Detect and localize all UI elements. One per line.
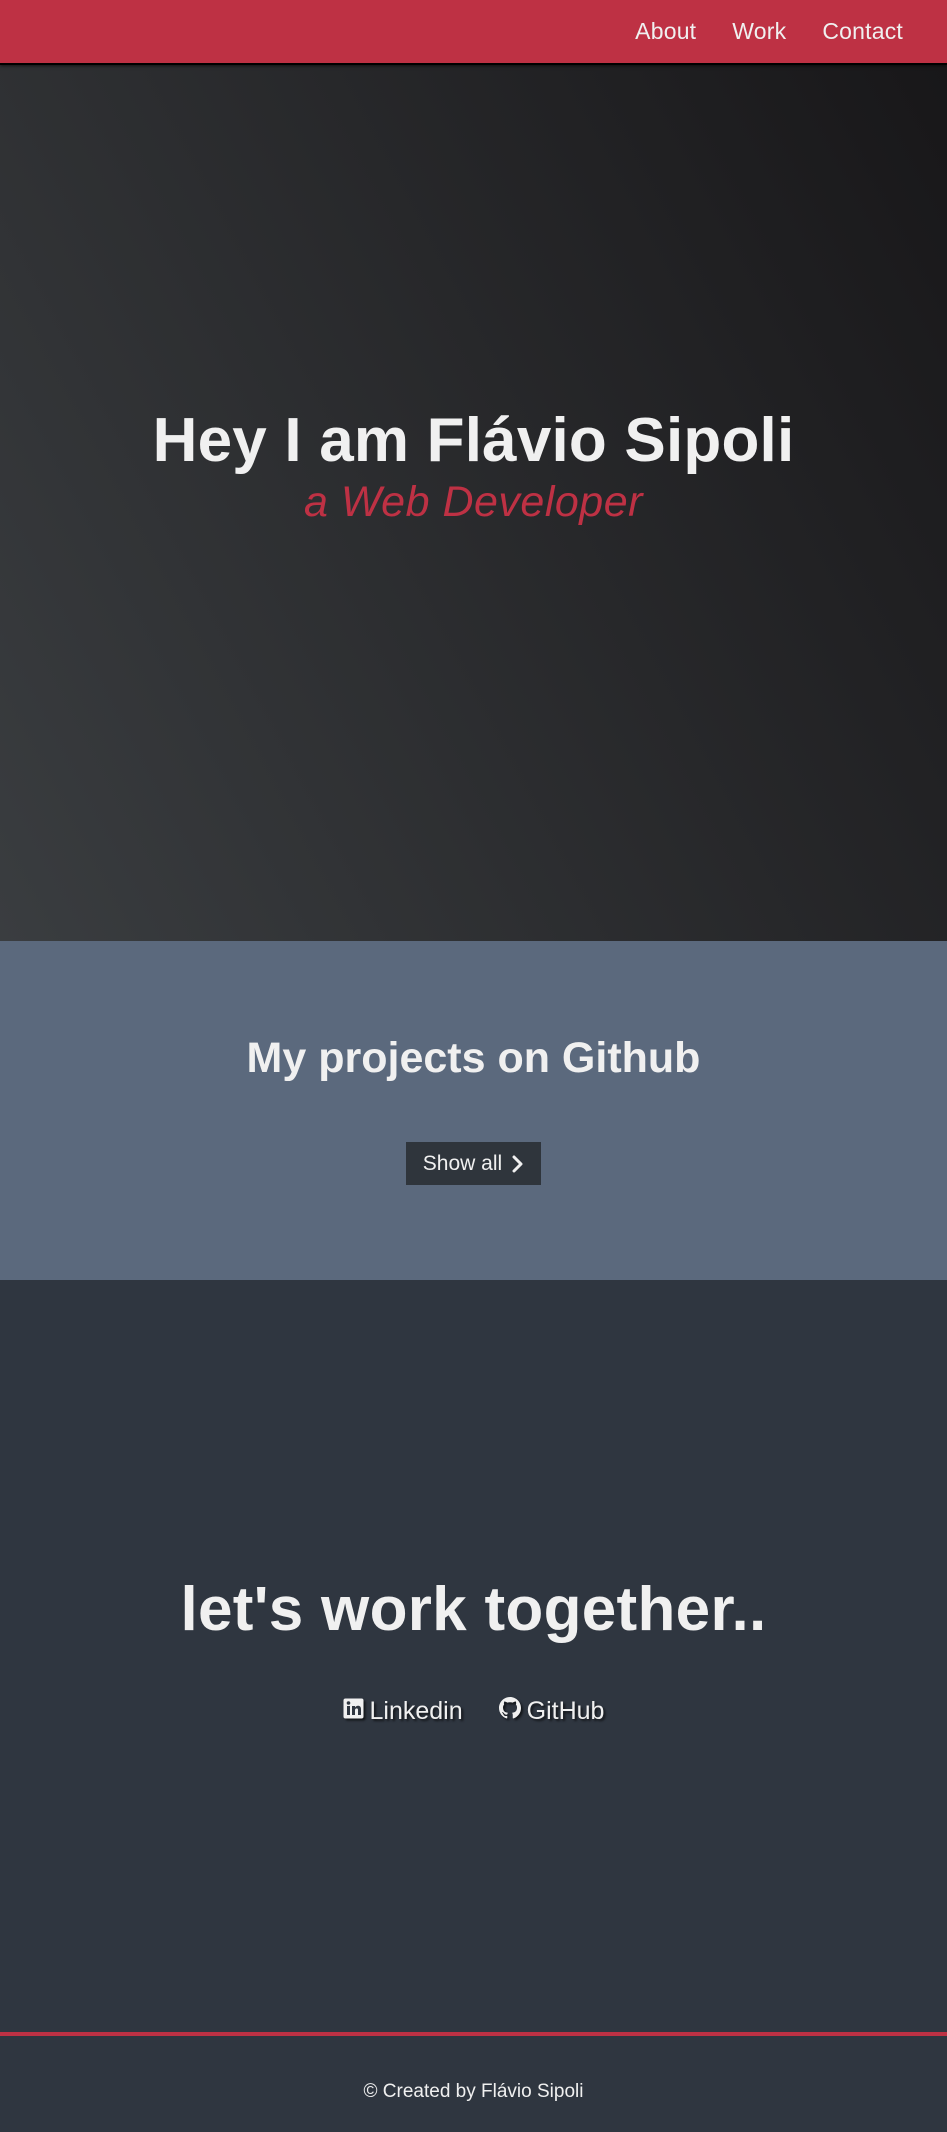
hero-title: Hey I am Flávio Sipoli [152,406,795,475]
contact-section: let's work together.. Linkedin GitHub [0,1280,947,2032]
show-all-label: Show all [422,1151,503,1175]
page-footer: © Created by Flávio Sipoli [0,2032,947,2132]
projects-section: My projects on Github Show all [0,941,947,1280]
github-link[interactable]: GitHub [498,1697,605,1726]
show-all-button[interactable]: Show all [406,1142,541,1185]
linkedin-link[interactable]: Linkedin [343,1697,463,1726]
linkedin-label: Linkedin [369,1697,463,1725]
hero-subtitle: a Web Developer [304,478,643,526]
nav-link-about[interactable]: About [617,18,714,45]
chevron-right-icon [512,1155,524,1173]
nav-link-contact[interactable]: Contact [804,18,921,45]
social-links: Linkedin GitHub [0,1697,947,1726]
github-label: GitHub [526,1697,605,1725]
welcome-section: Hey I am Flávio Sipoli a Web Developer [0,65,947,941]
projects-title: My projects on Github [246,1034,701,1082]
nav-link-work[interactable]: Work [714,18,804,45]
contact-title: let's work together.. [180,1575,767,1644]
footer-credit: © Created by Flávio Sipoli [363,2081,584,2102]
linkedin-icon [343,1697,364,1726]
top-navbar: About Work Contact [0,0,947,65]
github-icon [498,1697,521,1726]
